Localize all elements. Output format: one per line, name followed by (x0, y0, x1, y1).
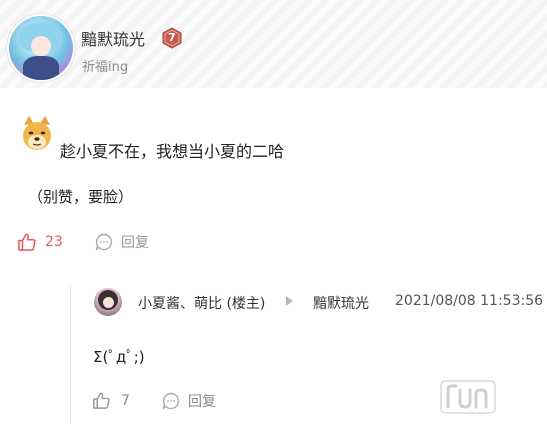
speech-bubble-icon (95, 233, 113, 251)
reply-reply-button[interactable]: 回复 (162, 391, 216, 411)
watermark-logo (440, 380, 496, 414)
triangle-right-icon (286, 296, 293, 306)
like-count: 23 (45, 234, 63, 250)
speech-bubble-icon (162, 392, 180, 410)
user-signature: 祈福ing (82, 60, 129, 75)
reply-button[interactable]: 回复 (95, 232, 149, 252)
reply-text: Σ(ﾟдﾟ;) (93, 348, 145, 366)
reply-timestamp: 2021/08/08 11:53:56 (395, 293, 544, 309)
comment-note: （别赞，要脸） (28, 188, 134, 206)
reply-author-name[interactable]: 小夏酱、萌比 (楼主) (138, 293, 265, 313)
reply-target-name[interactable]: 黯默琉光 (313, 293, 369, 313)
thumbs-up-icon (18, 233, 36, 251)
reply-like-count: 7 (121, 392, 130, 409)
user-avatar[interactable] (9, 16, 73, 80)
like-button[interactable]: 23 (17, 232, 63, 252)
reply-author-avatar[interactable] (94, 288, 122, 316)
comment-text: 趁小夏不在，我想当小夏的二哈 (60, 142, 285, 161)
doge-emoji-icon (23, 116, 51, 150)
thumbs-up-icon (93, 392, 110, 409)
level-number: 7 (168, 31, 176, 44)
reply-label: 回复 (121, 235, 149, 251)
reply-like-button[interactable]: 7 (92, 391, 130, 410)
reply-reply-label: 回复 (188, 394, 216, 410)
level-badge-icon: 7 (162, 27, 182, 49)
username[interactable]: 黯默琉光 (81, 26, 145, 50)
